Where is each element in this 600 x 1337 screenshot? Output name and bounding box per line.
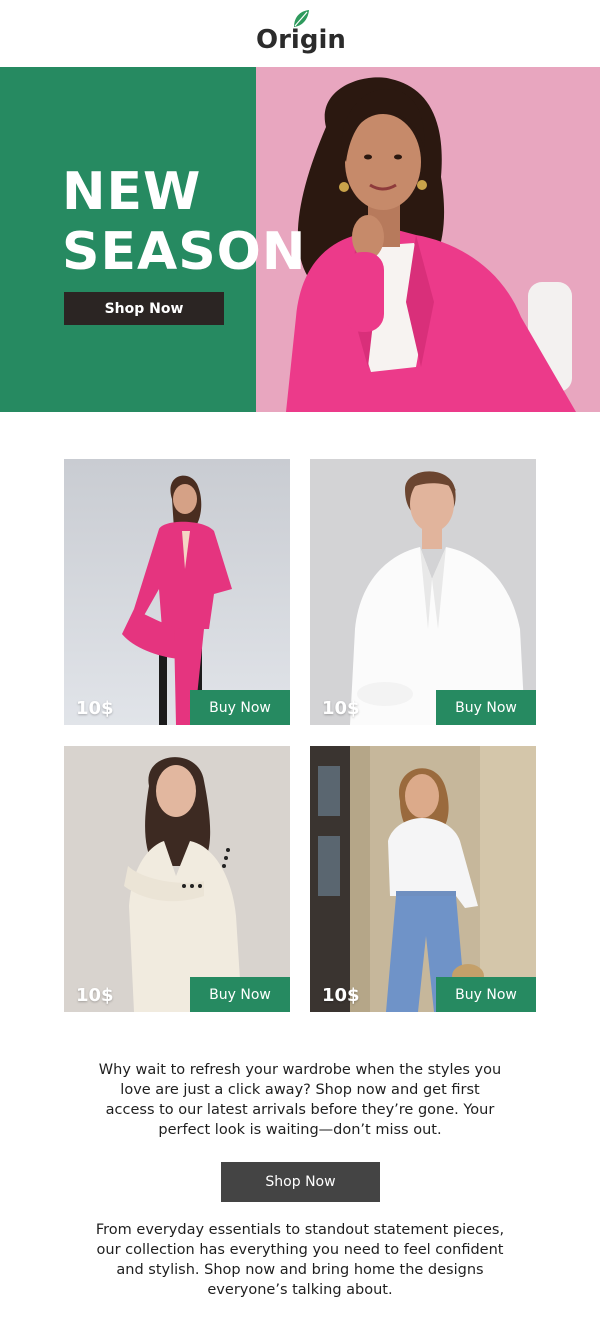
- product-card: 10$ Buy Now: [64, 746, 290, 1012]
- email-header: Origin: [0, 0, 600, 67]
- buy-now-button[interactable]: Buy Now: [190, 977, 290, 1012]
- product-card: 10$ Buy Now: [64, 459, 290, 725]
- product-photo-white-blazer[interactable]: [310, 459, 536, 725]
- product-photo-blouse-trousers[interactable]: [310, 746, 536, 1012]
- brand-logo[interactable]: Origin: [256, 10, 346, 60]
- leaf-icon: [294, 10, 309, 27]
- hero-title-line1: NEW: [62, 162, 202, 222]
- product-photo-pink-suit[interactable]: [64, 459, 290, 725]
- shop-now-button[interactable]: Shop Now: [221, 1162, 380, 1202]
- buy-now-button[interactable]: Buy Now: [190, 690, 290, 725]
- product-card: 10$ Buy Now: [310, 746, 536, 1012]
- product-price: 10$: [76, 698, 114, 719]
- product-price: 10$: [322, 698, 360, 719]
- intro-paragraph: Why wait to refresh your wardrobe when t…: [98, 1062, 502, 1138]
- brand-name: Origin: [256, 25, 346, 55]
- hero-model-photo: [256, 67, 600, 412]
- product-price: 10$: [76, 985, 114, 1006]
- buy-now-button[interactable]: Buy Now: [436, 690, 536, 725]
- hero-banner: NEW SEASON Shop Now: [0, 67, 600, 412]
- product-price: 10$: [322, 985, 360, 1006]
- product-card: 10$ Buy Now: [310, 459, 536, 725]
- hero-shop-now-button[interactable]: Shop Now: [64, 292, 224, 325]
- hero-title: NEW SEASON: [62, 162, 306, 282]
- product-photo-cream-suit[interactable]: [64, 746, 290, 1012]
- buy-now-button[interactable]: Buy Now: [436, 977, 536, 1012]
- closing-paragraph: From everyday essentials to standout sta…: [95, 1222, 505, 1298]
- hero-title-line2: SEASON: [62, 222, 307, 282]
